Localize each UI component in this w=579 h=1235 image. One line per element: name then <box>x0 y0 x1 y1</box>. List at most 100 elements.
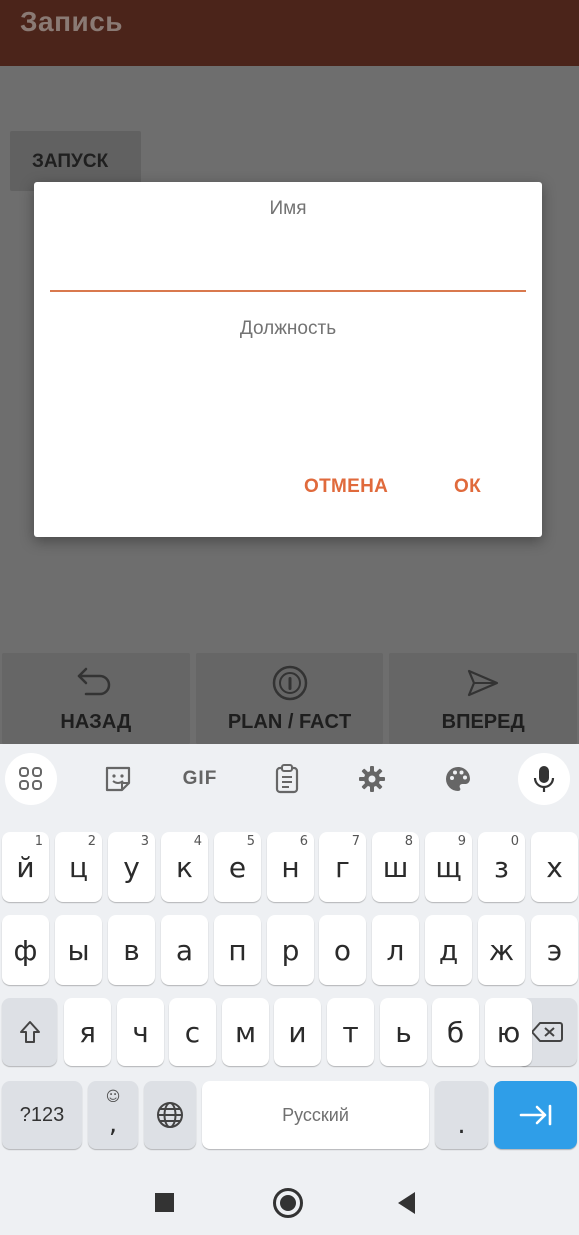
key-row2-3-label: а <box>175 933 194 967</box>
soft-keyboard: GIF ?123 ☺ , Русский . й 1 ц 2 у 3 к 4 е… <box>0 744 579 1164</box>
space-key[interactable]: Русский <box>202 1081 429 1149</box>
key-row1-6[interactable]: г7 <box>319 832 366 902</box>
key-row2-5[interactable]: р <box>267 915 314 985</box>
key-row2-7[interactable]: л <box>372 915 419 985</box>
key-row2-0-label: ф <box>13 933 38 967</box>
forward-nav-button[interactable]: ВПЕРЕД <box>389 653 578 744</box>
ok-button[interactable]: ОК <box>454 476 481 498</box>
key-row2-3[interactable]: а <box>161 915 208 985</box>
undo-arrow-icon <box>77 667 111 696</box>
sticker-icon[interactable] <box>96 757 140 801</box>
next-action-key[interactable] <box>494 1081 577 1149</box>
period-key[interactable]: . <box>435 1081 488 1149</box>
key-row1-6-label: г <box>335 850 350 884</box>
key-row1-8-label: щ <box>435 850 462 884</box>
key-row3-1[interactable]: ч <box>117 998 164 1066</box>
key-row2-2[interactable]: в <box>108 915 155 985</box>
key-row3-2[interactable]: с <box>169 998 216 1066</box>
key-row2-6[interactable]: о <box>319 915 366 985</box>
key-row2-8-label: д <box>438 933 459 967</box>
key-row3-8[interactable]: ю <box>485 998 532 1066</box>
key-row3-6[interactable]: ь <box>380 998 427 1066</box>
key-row1-0-label: й <box>16 850 35 884</box>
system-nav-bar <box>0 1164 579 1235</box>
key-row2-9-label: ж <box>488 933 515 967</box>
key-row2-10[interactable]: э <box>531 915 578 985</box>
name-field-label: Имя <box>269 198 307 219</box>
key-row1-10[interactable]: х <box>531 832 578 902</box>
key-row3-7[interactable]: б <box>432 998 479 1066</box>
plan-fact-nav-label: PLAN / FACT <box>227 711 352 733</box>
shift-key[interactable] <box>2 998 57 1066</box>
back-nav-button[interactable]: НАЗАД <box>2 653 190 744</box>
key-row1-0[interactable]: й1 <box>2 832 49 902</box>
key-row2-4-label: п <box>228 933 247 967</box>
send-arrow-icon <box>468 669 499 697</box>
key-row1-0-hint: 1 <box>34 834 43 849</box>
apps-grid-icon[interactable] <box>5 753 57 805</box>
key-row1-1[interactable]: ц2 <box>55 832 102 902</box>
comma-key-label: , <box>108 1109 118 1139</box>
key-row3-3[interactable]: м <box>222 998 269 1066</box>
key-row3-8-label: ю <box>496 1015 521 1049</box>
key-row2-9[interactable]: ж <box>478 915 525 985</box>
key-row1-7-hint: 8 <box>404 834 413 849</box>
key-row3-3-label: м <box>234 1015 257 1049</box>
space-key-label: Русский <box>282 1104 349 1125</box>
key-row3-0[interactable]: я <box>64 998 111 1066</box>
key-row2-1-label: ы <box>67 933 90 967</box>
back-nav-label: НАЗАД <box>60 711 132 733</box>
clipboard-icon[interactable] <box>265 757 309 801</box>
position-field-label[interactable]: Должность <box>34 318 542 340</box>
key-row1-5-label: н <box>281 850 300 884</box>
key-row1-10-label: х <box>546 850 563 884</box>
symbols-key-label: ?123 <box>19 1103 65 1126</box>
key-row2-4[interactable]: п <box>214 915 261 985</box>
key-row1-8-hint: 9 <box>457 834 466 849</box>
key-row1-9-label: з <box>494 850 509 884</box>
key-row2-7-label: л <box>386 933 405 967</box>
key-row3-1-label: ч <box>132 1015 149 1049</box>
key-row2-0[interactable]: ф <box>2 915 49 985</box>
symbols-key[interactable]: ?123 <box>2 1081 82 1149</box>
key-row1-2[interactable]: у3 <box>108 832 155 902</box>
language-key[interactable] <box>144 1081 196 1149</box>
gif-button[interactable]: GIF <box>178 757 222 801</box>
recent-apps-icon[interactable] <box>155 1193 174 1212</box>
key-row1-9-hint: 0 <box>510 834 519 849</box>
key-row2-2-label: в <box>123 933 140 967</box>
employee-dialog: Имя Должность ОТМЕНА ОК <box>34 182 542 537</box>
key-row1-5-hint: 6 <box>299 834 308 849</box>
palette-icon[interactable] <box>436 757 480 801</box>
forward-nav-label: ВПЕРЕД <box>441 711 525 733</box>
key-row3-5[interactable]: т <box>327 998 374 1066</box>
key-row1-4[interactable]: е5 <box>214 832 261 902</box>
tab-next-icon <box>519 1104 551 1126</box>
key-row1-4-hint: 5 <box>246 834 255 849</box>
key-row1-5[interactable]: н6 <box>267 832 314 902</box>
comma-key[interactable]: ☺ , <box>88 1081 138 1149</box>
info-circle-icon <box>272 665 307 701</box>
keyboard-toolbar: GIF <box>0 744 579 816</box>
key-row1-2-label: у <box>123 850 140 884</box>
microphone-icon[interactable] <box>518 753 570 805</box>
back-triangle-icon[interactable] <box>398 1192 415 1214</box>
key-row1-8[interactable]: щ9 <box>425 832 472 902</box>
key-row1-9[interactable]: з0 <box>478 832 525 902</box>
key-row2-5-label: р <box>281 933 300 967</box>
name-input[interactable] <box>50 232 526 292</box>
key-row3-4[interactable]: и <box>274 998 321 1066</box>
key-row1-1-hint: 2 <box>87 834 96 849</box>
app-title: Запись <box>20 6 124 37</box>
key-row1-7[interactable]: ш8 <box>372 832 419 902</box>
key-row2-1[interactable]: ы <box>55 915 102 985</box>
cancel-button[interactable]: ОТМЕНА <box>304 476 388 498</box>
key-row1-3[interactable]: к4 <box>161 832 208 902</box>
period-key-label: . <box>457 1110 466 1140</box>
home-icon[interactable] <box>273 1188 303 1218</box>
bottom-nav: НАЗАД PLAN / FACT ВПЕРЕД <box>0 653 579 744</box>
key-row2-8[interactable]: д <box>425 915 472 985</box>
plan-fact-nav-button[interactable]: PLAN / FACT <box>195 653 384 744</box>
settings-gear-icon[interactable] <box>350 757 394 801</box>
key-row2-6-label: о <box>333 933 352 967</box>
